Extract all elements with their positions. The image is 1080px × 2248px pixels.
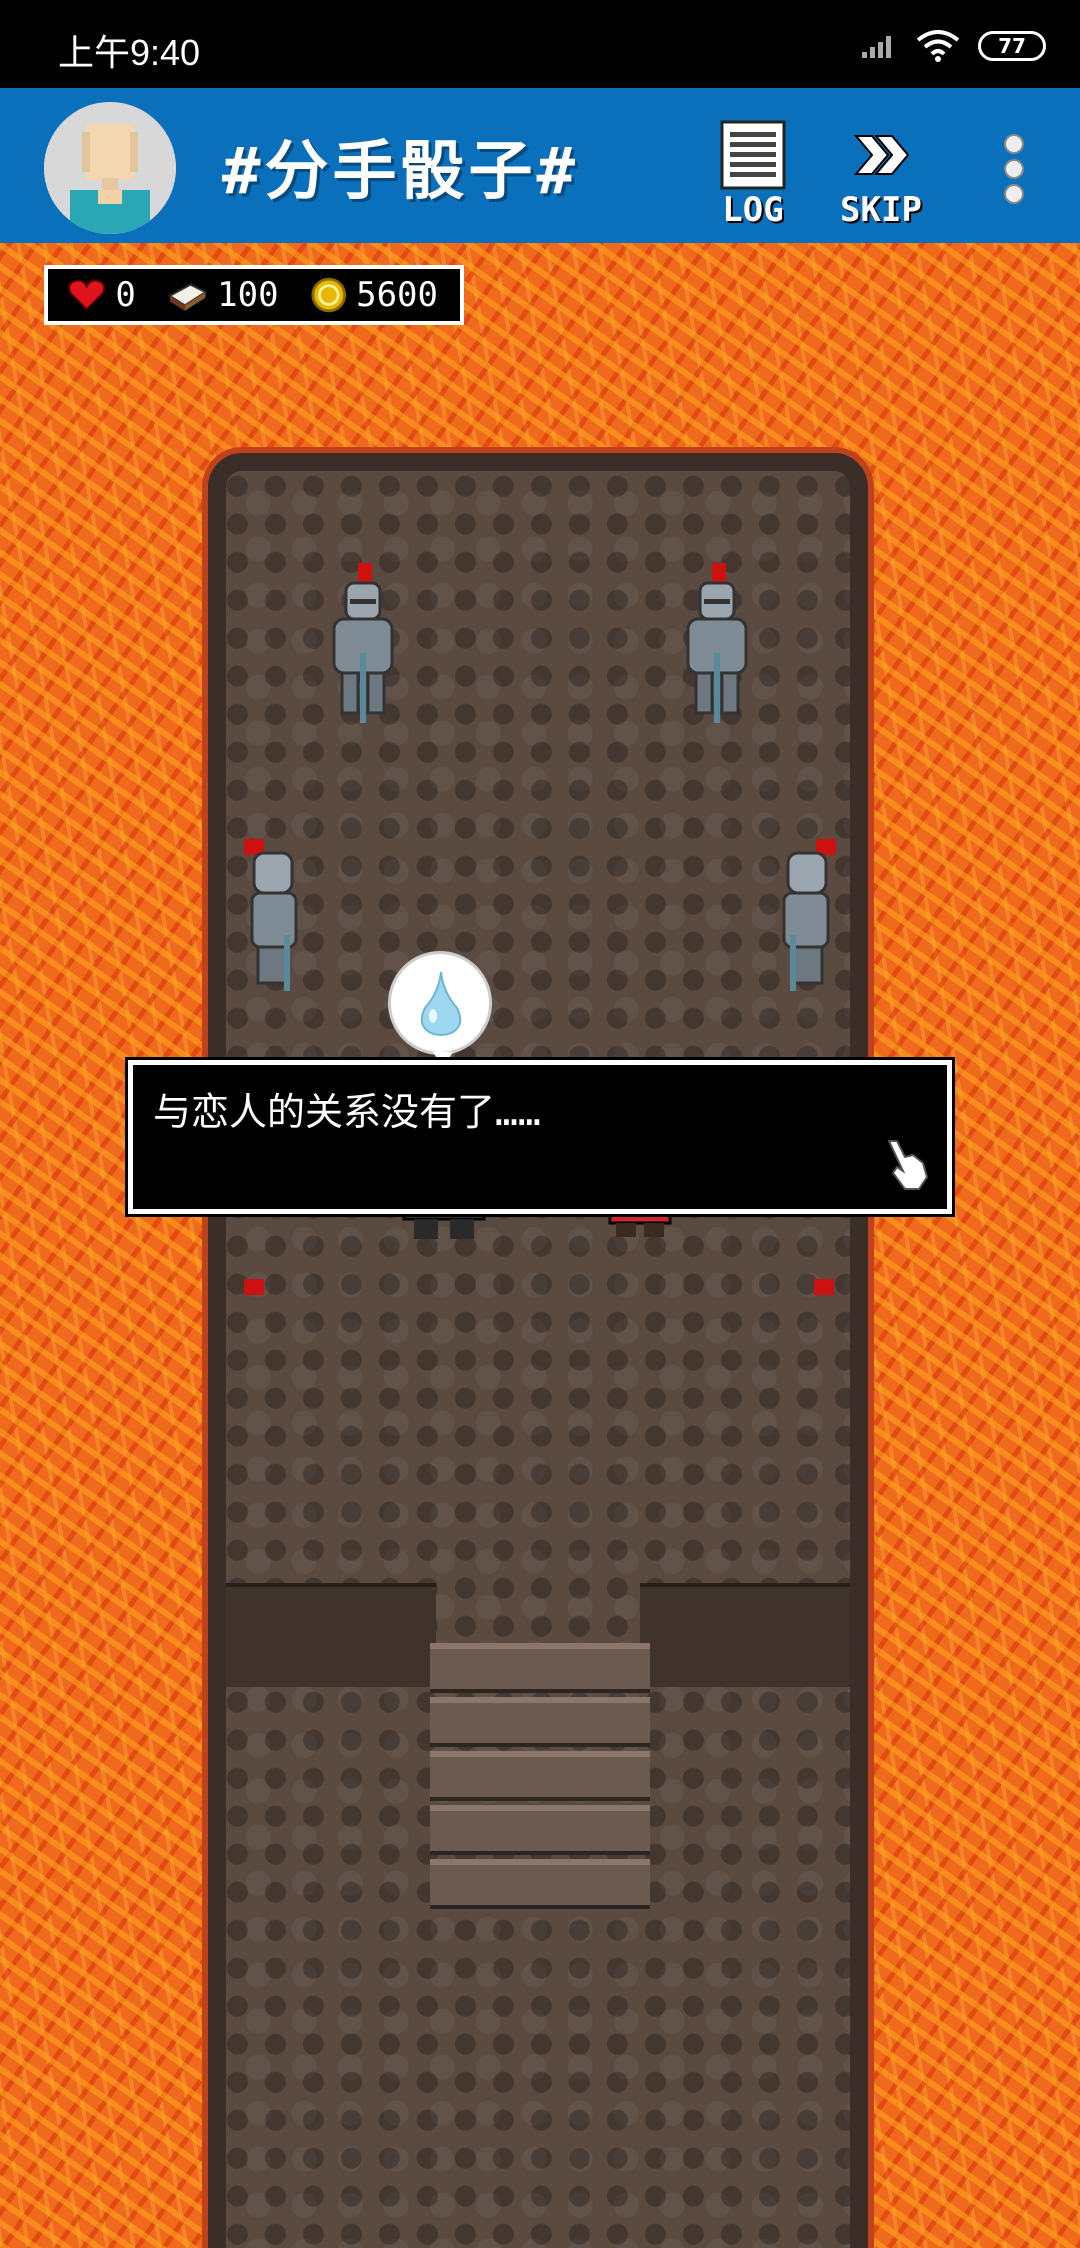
knight-icon — [244, 839, 298, 991]
skip-button[interactable]: SKIP — [836, 120, 926, 230]
status-bar: 上午9:40 77 — [0, 0, 1080, 88]
avatar[interactable] — [44, 102, 176, 234]
avatar-icon — [44, 102, 176, 234]
knight-icon — [686, 563, 748, 723]
status-icons: 77 — [862, 26, 1046, 66]
game-map[interactable]: 0 100 5600 — [0, 243, 1080, 2248]
game-screen: 上午9:40 77 #分手骰子# LOG SKIP 0 100 5600 与恋人… — [0, 0, 1080, 2248]
resource-hud: 0 100 5600 — [44, 265, 464, 325]
knight-statue-4 — [770, 835, 840, 995]
log-label: LOG — [722, 190, 784, 230]
dialog-text: 与恋人的关系没有了…… — [153, 1090, 541, 1134]
battery-icon: 77 — [978, 31, 1046, 61]
wifi-icon — [916, 30, 960, 62]
knight-statue-3 — [240, 835, 310, 995]
log-button[interactable]: LOG — [708, 120, 798, 230]
coin-icon — [311, 277, 346, 313]
page-title: #分手骰子# — [222, 135, 580, 209]
menu-dots-icon — [1004, 134, 1024, 204]
pointing-hand-icon — [887, 1140, 929, 1190]
knight-statue-2 — [672, 563, 762, 733]
knight-statue-5 — [240, 1275, 280, 1305]
stone-walkway — [208, 453, 868, 2248]
coins-count: 5600 — [356, 275, 438, 315]
cliff-left — [226, 1583, 436, 1687]
skip-label: SKIP — [840, 190, 922, 230]
stone-stairs — [430, 1643, 650, 1909]
knight-icon — [782, 839, 836, 991]
status-time: 上午9:40 — [58, 32, 201, 73]
knight-icon — [814, 1279, 834, 1295]
log-icon — [720, 120, 786, 190]
books-count: 100 — [217, 275, 279, 315]
dialog-box[interactable]: 与恋人的关系没有了…… — [128, 1060, 952, 1214]
heart-icon — [68, 279, 106, 311]
knight-statue-6 — [800, 1275, 840, 1305]
knight-icon — [244, 1279, 264, 1295]
signal-icon — [862, 36, 891, 58]
teardrop-icon — [420, 971, 462, 1036]
skip-icon — [853, 135, 910, 175]
menu-button[interactable] — [996, 134, 1032, 204]
book-icon — [167, 283, 208, 311]
knight-statue-1 — [318, 563, 408, 733]
knight-icon — [332, 563, 394, 723]
hearts-count: 0 — [115, 275, 136, 315]
app-header: #分手骰子# LOG SKIP — [0, 88, 1080, 243]
cliff-right — [640, 1583, 850, 1687]
emotion-bubble — [388, 951, 492, 1068]
